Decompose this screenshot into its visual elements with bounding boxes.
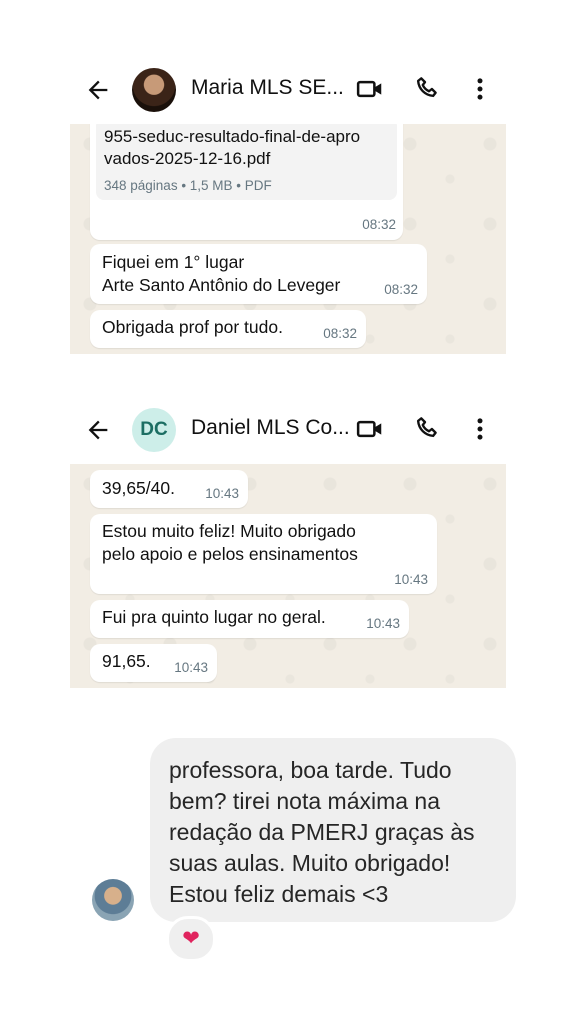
back-arrow-icon[interactable]: [84, 76, 112, 104]
document-card[interactable]: 955-seduc-resultado-final-de-apro vados-…: [96, 124, 397, 200]
avatar[interactable]: DC: [132, 408, 176, 452]
message-bubble[interactable]: Estou muito feliz! Muito obrigado pelo a…: [90, 514, 437, 594]
dm-message-text: professora, boa tarde. Tudo bem? tirei n…: [169, 757, 475, 907]
message-time: 08:32: [362, 217, 396, 232]
chat-area-daniel: 39,65/40. 10:43 Estou muito feliz! Muito…: [70, 464, 506, 688]
message-time: 08:32: [323, 326, 357, 341]
message-time: 10:43: [174, 660, 208, 675]
message-bubble[interactable]: Fui pra quinto lugar no geral. 10:43: [90, 600, 409, 638]
message-bubble[interactable]: 39,65/40. 10:43: [90, 470, 248, 508]
avatar[interactable]: [92, 879, 134, 921]
chat-header-daniel: DC Daniel MLS Co...: [70, 398, 506, 462]
document-meta: 348 páginas • 1,5 MB • PDF: [104, 178, 272, 193]
message-text: Obrigada prof por tudo.: [102, 317, 283, 337]
video-call-icon[interactable]: [355, 414, 385, 444]
message-time: 10:43: [394, 572, 428, 587]
chat-header-maria: Maria MLS SE...: [70, 58, 506, 122]
message-time: 08:32: [384, 282, 418, 297]
contact-name[interactable]: Daniel MLS Co...: [191, 416, 350, 440]
message-text: Arte Santo Antônio do Leveger: [102, 275, 341, 295]
video-call-icon[interactable]: [355, 74, 385, 104]
more-vert-icon[interactable]: [465, 74, 495, 104]
message-text: 91,65.: [102, 651, 151, 671]
message-time: 10:43: [366, 616, 400, 631]
heart-icon[interactable]: ❤: [166, 916, 216, 962]
chat-area-maria: 955-seduc-resultado-final-de-apro vados-…: [70, 124, 506, 354]
document-name-line1: 955-seduc-resultado-final-de-apro: [104, 127, 361, 146]
message-text: Fiquei em 1° lugar: [102, 252, 245, 272]
avatar[interactable]: [132, 68, 176, 112]
message-text: pelo apoio e pelos ensinamentos: [102, 544, 358, 564]
phone-icon[interactable]: [413, 414, 443, 444]
message-text: Estou muito feliz! Muito obrigado: [102, 521, 356, 541]
message-bubble[interactable]: 91,65. 10:43: [90, 644, 217, 682]
dm-message-bubble[interactable]: professora, boa tarde. Tudo bem? tirei n…: [150, 738, 516, 922]
message-bubble[interactable]: Fiquei em 1° lugar Arte Santo Antônio do…: [90, 244, 427, 304]
document-name-line2: vados-2025-12-16.pdf: [104, 149, 271, 168]
message-text: 39,65/40.: [102, 478, 175, 498]
message-text: Fui pra quinto lugar no geral.: [102, 607, 326, 627]
contact-name[interactable]: Maria MLS SE...: [191, 76, 344, 100]
phone-icon[interactable]: [413, 74, 443, 104]
message-bubble[interactable]: Obrigada prof por tudo. 08:32: [90, 310, 366, 348]
more-vert-icon[interactable]: [465, 414, 495, 444]
back-arrow-icon[interactable]: [84, 416, 112, 444]
document-message[interactable]: 955-seduc-resultado-final-de-apro vados-…: [90, 124, 403, 240]
message-time: 10:43: [205, 486, 239, 501]
